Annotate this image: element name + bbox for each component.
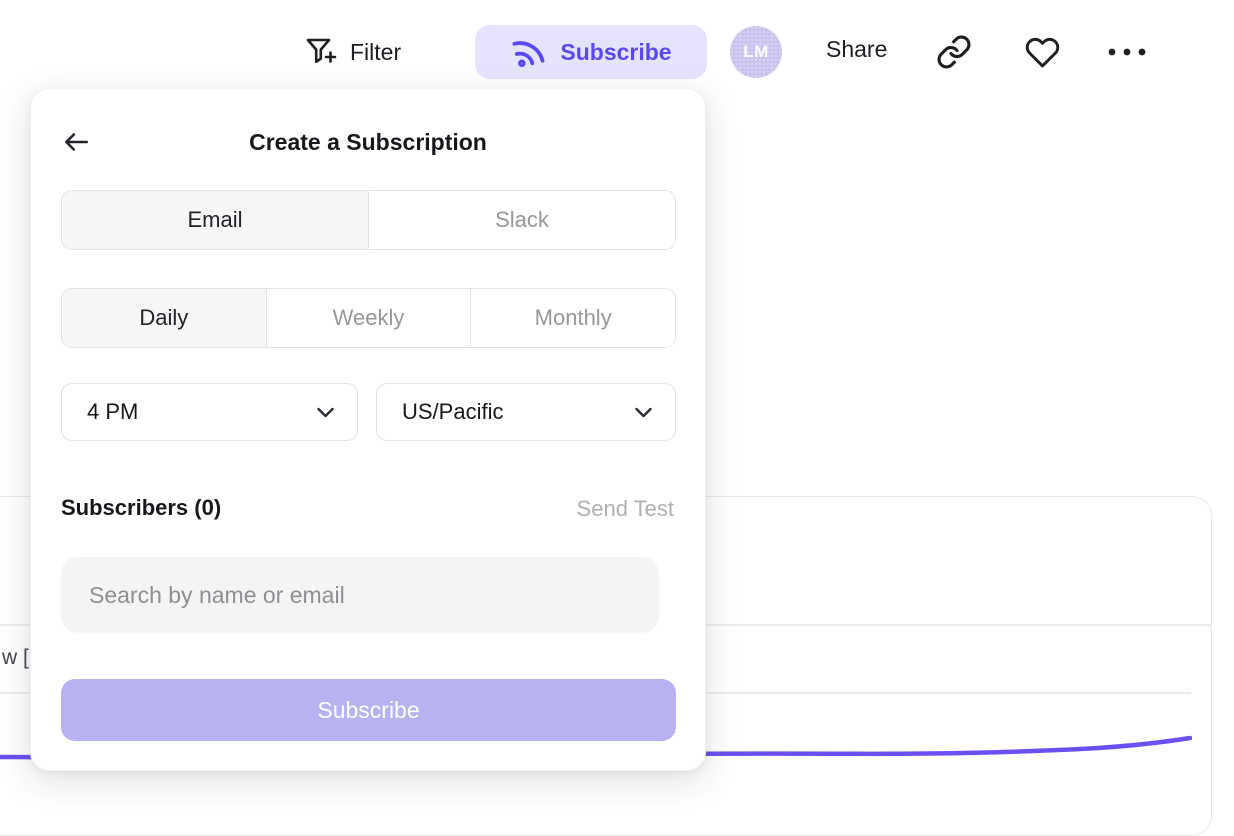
- chevron-down-icon: [634, 405, 653, 419]
- timezone-select[interactable]: US/Pacific: [376, 383, 676, 441]
- chevron-down-icon: [316, 405, 335, 419]
- tab-monthly[interactable]: Monthly: [470, 289, 675, 347]
- favorite-button[interactable]: [1024, 35, 1061, 70]
- modal-title: Create a Subscription: [31, 129, 705, 156]
- time-select-value: 4 PM: [87, 399, 138, 425]
- tab-daily-label: Daily: [139, 305, 188, 331]
- tab-slack[interactable]: Slack: [368, 191, 675, 249]
- tab-weekly[interactable]: Weekly: [266, 289, 471, 347]
- filter-label: Filter: [350, 39, 401, 66]
- tab-slack-label: Slack: [495, 207, 549, 233]
- subscribers-heading: Subscribers (0): [61, 495, 221, 521]
- avatar[interactable]: LM: [730, 26, 782, 78]
- link-icon: [936, 34, 972, 70]
- channel-tab-group: Email Slack: [61, 190, 676, 250]
- tab-email[interactable]: Email: [62, 191, 368, 249]
- time-select[interactable]: 4 PM: [61, 383, 358, 441]
- subscriber-search-input[interactable]: [61, 557, 659, 633]
- subscribe-button[interactable]: Subscribe: [475, 25, 707, 79]
- filter-plus-icon: [303, 33, 337, 71]
- background-clipped-text: w [: [2, 646, 29, 670]
- ellipsis-icon: [1106, 40, 1148, 64]
- subscribe-label: Subscribe: [560, 39, 671, 66]
- filter-button[interactable]: Filter: [303, 30, 401, 74]
- avatar-initials: LM: [743, 42, 769, 62]
- heart-icon: [1024, 35, 1061, 70]
- more-menu-button[interactable]: [1106, 40, 1148, 64]
- send-test-button[interactable]: Send Test: [577, 496, 674, 522]
- share-button[interactable]: Share: [826, 36, 887, 63]
- tab-daily[interactable]: Daily: [62, 289, 266, 347]
- tab-email-label: Email: [187, 207, 242, 233]
- timezone-select-value: US/Pacific: [402, 399, 503, 425]
- rss-icon: [510, 34, 546, 70]
- tab-weekly-label: Weekly: [333, 305, 405, 331]
- create-subscription-modal: Create a Subscription Email Slack Daily …: [30, 88, 706, 771]
- share-label: Share: [826, 36, 887, 63]
- tab-monthly-label: Monthly: [535, 305, 612, 331]
- modal-subscribe-button[interactable]: Subscribe: [61, 679, 676, 741]
- frequency-tab-group: Daily Weekly Monthly: [61, 288, 676, 348]
- copy-link-button[interactable]: [936, 34, 972, 70]
